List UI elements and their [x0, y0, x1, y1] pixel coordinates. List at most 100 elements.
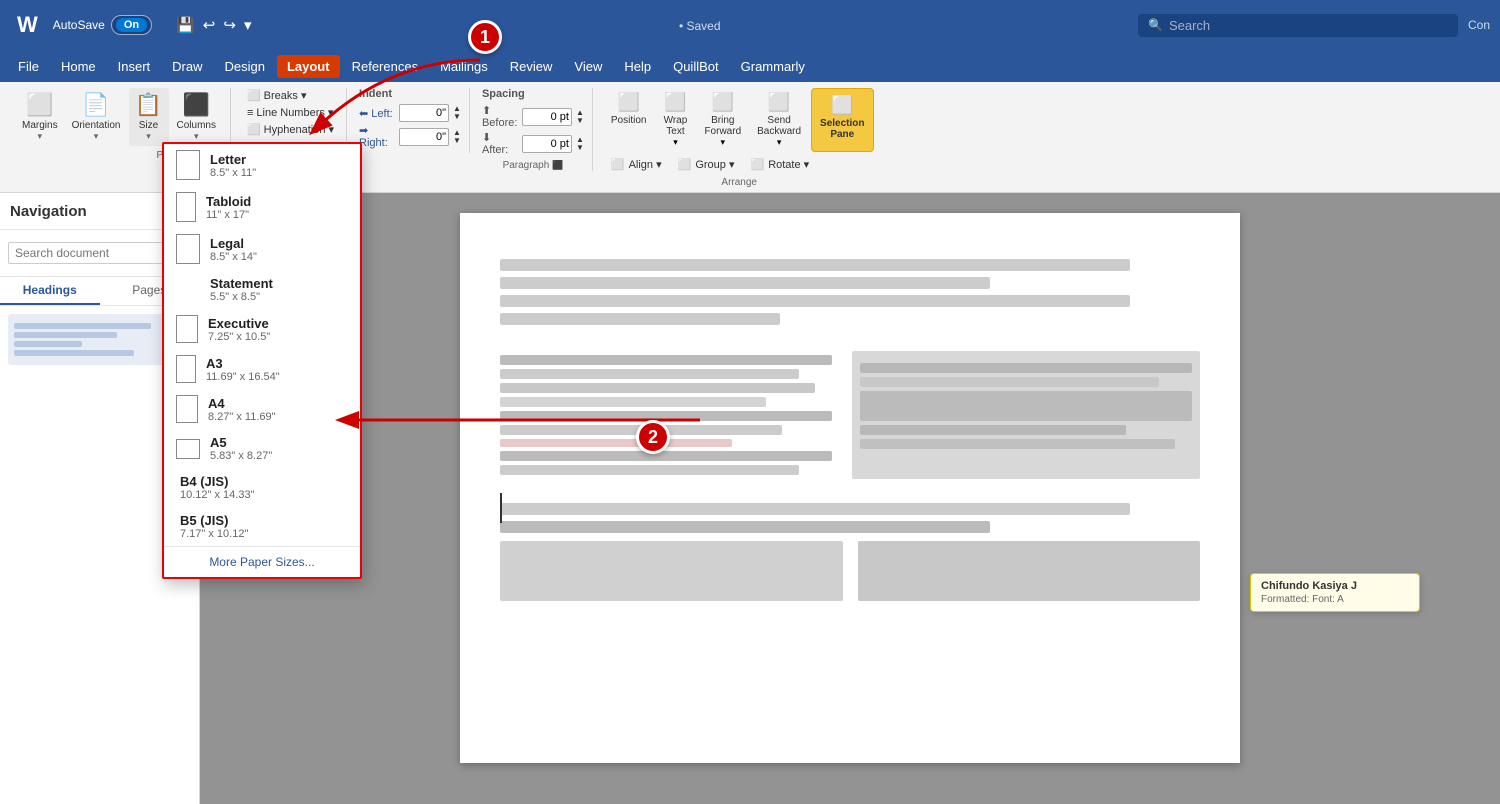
spacing-after-input[interactable]: [522, 135, 572, 153]
size-info-b4jis: B4 (JIS) 10.12" x 14.33": [180, 474, 254, 501]
rotate-icon: ⬜: [750, 158, 764, 171]
doc-line-5: [500, 503, 1130, 515]
size-icon-a3: [176, 355, 196, 383]
orientation-button[interactable]: 📄 Orientation ▾: [66, 88, 127, 146]
size-item-a5[interactable]: A5 5.83" x 8.27": [164, 429, 360, 468]
menu-file[interactable]: File: [8, 55, 49, 78]
menu-home[interactable]: Home: [51, 55, 106, 78]
bring-forward-label: BringForward: [704, 115, 741, 137]
customize-icon[interactable]: ▾: [244, 16, 252, 34]
size-icon-a4: [176, 395, 198, 423]
menu-draw[interactable]: Draw: [162, 55, 212, 78]
nav-tab-headings[interactable]: Headings: [0, 277, 100, 305]
nav-preview-line-3: [14, 341, 82, 347]
size-button[interactable]: 📋 Size ▾: [129, 88, 169, 146]
hyphenation-label: Hyphenation ▾: [264, 123, 334, 136]
autosave-toggle[interactable]: On: [111, 15, 152, 35]
breaks-button[interactable]: ⬜ Breaks ▾: [243, 88, 338, 103]
align-button[interactable]: ⬜ Align ▾: [605, 156, 668, 173]
selection-pane-label: SelectionPane: [820, 118, 864, 140]
columns-arrow: ▾: [194, 131, 199, 142]
size-name-legal: Legal: [210, 236, 257, 251]
hyphenation-button[interactable]: ⬜ Hyphenation ▾: [243, 122, 338, 137]
menu-view[interactable]: View: [564, 55, 612, 78]
size-info-a4: A4 8.27" x 11.69": [208, 396, 276, 423]
selection-pane-button[interactable]: ⬜ SelectionPane: [811, 88, 873, 152]
columns-button[interactable]: ⬛ Columns ▾: [171, 88, 222, 146]
size-arrow: ▾: [146, 131, 151, 142]
size-icon-tabloid: [176, 192, 196, 222]
menu-references[interactable]: References: [342, 55, 428, 78]
size-item-letter[interactable]: Letter 8.5" x 11": [164, 144, 360, 186]
size-item-legal[interactable]: Legal 8.5" x 14": [164, 228, 360, 270]
send-backward-icon: ⬜: [768, 92, 790, 113]
menu-design[interactable]: Design: [215, 55, 275, 78]
more-paper-sizes-button[interactable]: More Paper Sizes...: [164, 546, 360, 577]
spacing-group: Spacing ⬆ Before: ▲ ▼ ⬇ After: ▲ ▼ Parag…: [474, 88, 593, 171]
indent-left-input[interactable]: [399, 104, 449, 122]
wrap-text-button[interactable]: ⬜ WrapText ▾: [656, 88, 694, 152]
save-icon[interactable]: 💾: [176, 16, 195, 34]
indent-right-label: ➡ Right:: [359, 124, 395, 149]
indent-right-input[interactable]: [399, 128, 449, 146]
size-info-a3: A3 11.69" x 16.54": [206, 356, 280, 383]
size-item-a4[interactable]: A4 8.27" x 11.69": [164, 389, 360, 429]
columns-icon: ⬛: [183, 92, 210, 118]
group-icon: ⬜: [678, 158, 692, 171]
size-item-statement[interactable]: Statement 5.5" x 8.5": [164, 270, 360, 309]
position-button[interactable]: ⬜ Position: [605, 88, 653, 152]
send-backward-button[interactable]: ⬜ SendBackward ▾: [751, 88, 807, 152]
undo-icon[interactable]: ↩: [203, 16, 216, 34]
indent-right-spinner[interactable]: ▲ ▼: [453, 129, 461, 145]
menu-grammarly[interactable]: Grammarly: [731, 55, 815, 78]
badge1-label: 1: [480, 27, 490, 48]
spacing-before-input[interactable]: [522, 108, 572, 126]
nav-search-input[interactable]: [8, 242, 177, 264]
size-name-b5jis: B5 (JIS): [180, 513, 248, 528]
size-dim-legal: 8.5" x 14": [210, 251, 257, 263]
group-button[interactable]: ⬜ Group ▾: [672, 156, 741, 173]
position-icon: ⬜: [617, 92, 639, 113]
user-area: Con: [1468, 18, 1490, 32]
search-box[interactable]: 🔍: [1138, 14, 1458, 37]
size-item-b4jis[interactable]: B4 (JIS) 10.12" x 14.33": [164, 468, 360, 507]
size-name-a3: A3: [206, 356, 280, 371]
spacing-before-spinner[interactable]: ▲ ▼: [576, 109, 584, 125]
columns-label: Columns: [177, 120, 216, 131]
group-label: Group ▾: [695, 158, 734, 171]
nav-preview-line-1: [14, 323, 151, 329]
orientation-label: Orientation: [72, 120, 121, 131]
bring-forward-button[interactable]: ⬜ BringForward ▾: [698, 88, 747, 152]
spacing-after-label: ⬇ After:: [482, 131, 518, 156]
doc-line-1: [500, 259, 1130, 271]
menu-review[interactable]: Review: [500, 55, 563, 78]
wrap-text-arrow: ▾: [673, 137, 678, 148]
indent-header: Indent: [359, 88, 461, 100]
menu-help[interactable]: Help: [614, 55, 661, 78]
rotate-button[interactable]: ⬜ Rotate ▾: [744, 156, 815, 173]
size-item-executive[interactable]: Executive 7.25" x 10.5": [164, 309, 360, 349]
menu-quillbot[interactable]: QuillBot: [663, 55, 729, 78]
spacing-after-spinner[interactable]: ▲ ▼: [576, 136, 584, 152]
line-numbers-button[interactable]: ≡ Line Numbers ▾: [243, 105, 338, 120]
size-item-b5jis[interactable]: B5 (JIS) 7.17" x 10.12": [164, 507, 360, 546]
paragraph-dialog-icon[interactable]: ⬛: [552, 160, 563, 170]
annotation-badge-1: 1: [468, 20, 502, 54]
wrap-text-icon: ⬜: [664, 92, 686, 113]
menu-insert[interactable]: Insert: [108, 55, 161, 78]
menu-layout[interactable]: Layout: [277, 55, 340, 78]
menu-mailings[interactable]: Mailings: [430, 55, 498, 78]
indent-left-spinner[interactable]: ▲ ▼: [453, 105, 461, 121]
size-item-a3[interactable]: A3 11.69" x 16.54": [164, 349, 360, 389]
redo-icon[interactable]: ↪: [223, 16, 236, 34]
toolbar-icons: 💾 ↩ ↪ ▾: [176, 16, 251, 34]
position-label: Position: [611, 115, 647, 126]
size-icon: 📋: [135, 92, 162, 118]
size-name-executive: Executive: [208, 316, 270, 331]
text-cursor: [500, 493, 502, 523]
margins-button[interactable]: ⬜ Margins ▾: [16, 88, 64, 146]
size-dim-a5: 5.83" x 8.27": [210, 450, 272, 462]
size-item-tabloid[interactable]: Tabloid 11" x 17": [164, 186, 360, 228]
nav-preview-line-2: [14, 332, 117, 338]
search-input[interactable]: [1169, 18, 1429, 33]
